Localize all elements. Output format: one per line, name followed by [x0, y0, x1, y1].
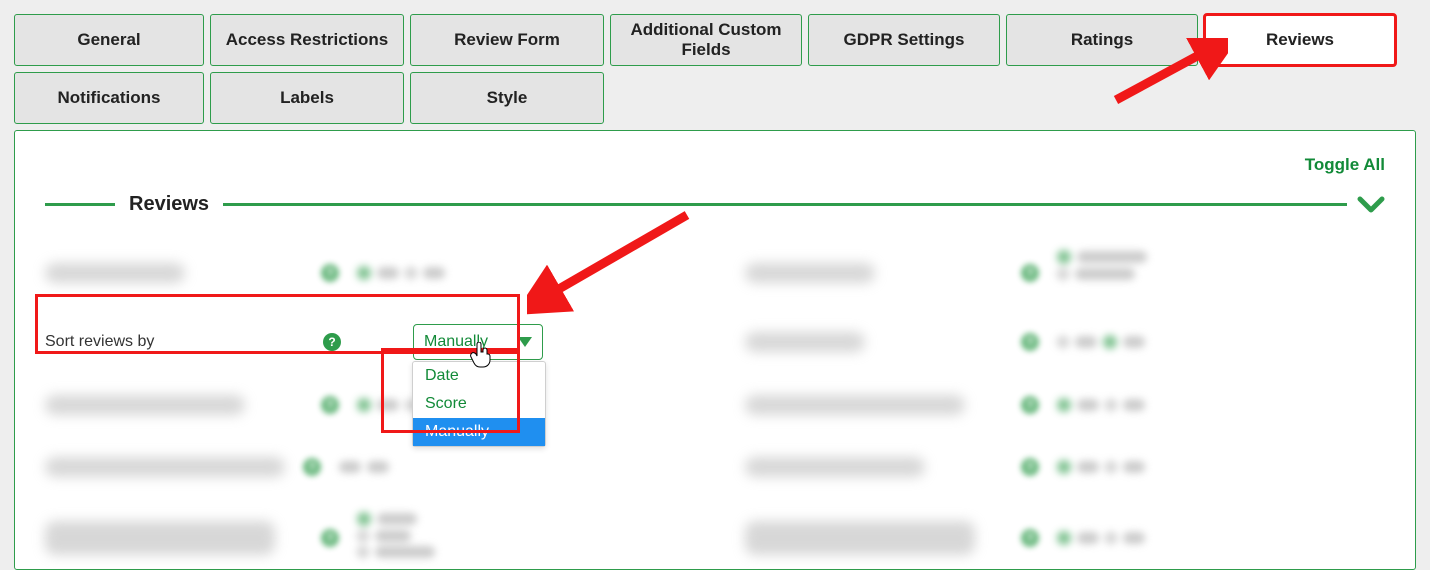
- tab-style[interactable]: Style: [410, 72, 604, 124]
- setting-row-blurred: ?: [745, 324, 1385, 360]
- divider-right: [223, 203, 1347, 206]
- blurred-control: [1057, 394, 1187, 416]
- help-icon: ?: [1021, 396, 1039, 414]
- sort-reviews-by-label: Sort reviews by: [45, 333, 305, 351]
- section-title: Reviews: [115, 193, 223, 216]
- tab-notifications[interactable]: Notifications: [14, 72, 204, 124]
- help-icon: ?: [1021, 529, 1039, 547]
- setting-row-blurred: ?: [745, 388, 1385, 422]
- sort-reviews-by-select[interactable]: Manually DateScoreManually: [413, 324, 543, 360]
- setting-row-blurred: ?: [745, 450, 1385, 484]
- blurred-control: [1057, 331, 1187, 353]
- toggle-all-button[interactable]: Toggle All: [1305, 155, 1385, 175]
- tab-row-1: GeneralAccess RestrictionsReview FormAdd…: [14, 14, 1416, 66]
- setting-row-blurred: ?: [45, 388, 685, 422]
- help-icon[interactable]: ?: [323, 333, 341, 351]
- help-icon: ?: [1021, 458, 1039, 476]
- section-header: Reviews: [45, 193, 1385, 216]
- tab-additional-custom-fields[interactable]: Additional Custom Fields: [610, 14, 802, 66]
- blurred-label: [745, 332, 865, 352]
- select-value: Manually: [424, 333, 488, 351]
- dropdown-caret-icon: [518, 337, 532, 347]
- setting-row-blurred: ?: [45, 250, 685, 296]
- blurred-label: [745, 457, 925, 477]
- toggle-all-label: Toggle All: [1305, 155, 1385, 175]
- tab-reviews[interactable]: Reviews: [1204, 14, 1396, 66]
- dropdown-option-manually[interactable]: Manually: [413, 418, 545, 446]
- tab-gdpr-settings[interactable]: GDPR Settings: [808, 14, 1000, 66]
- settings-grid: ? ? Sort reviews by ? Manually Dat: [45, 250, 1385, 564]
- blurred-control: [1057, 456, 1187, 478]
- blurred-control: [1057, 250, 1187, 296]
- help-icon: ?: [321, 529, 339, 547]
- help-icon: ?: [321, 396, 339, 414]
- blurred-label: [45, 521, 275, 555]
- tabs-container: GeneralAccess RestrictionsReview FormAdd…: [0, 0, 1430, 124]
- divider-left: [45, 203, 115, 206]
- setting-row-blurred: ?: [745, 512, 1385, 564]
- tab-access-restrictions[interactable]: Access Restrictions: [210, 14, 404, 66]
- blurred-label: [45, 263, 185, 283]
- sort-reviews-by-row: Sort reviews by ? Manually DateScoreManu…: [45, 324, 685, 360]
- blurred-label: [745, 395, 965, 415]
- blurred-label: [45, 457, 285, 477]
- setting-row-blurred: ?: [45, 450, 685, 484]
- blurred-label: [745, 521, 975, 555]
- blurred-control: [357, 512, 487, 564]
- blurred-label: [745, 263, 875, 283]
- blurred-control: [339, 456, 469, 478]
- blurred-control: [1057, 527, 1187, 549]
- help-icon: ?: [303, 458, 321, 476]
- blurred-control: [357, 262, 487, 284]
- settings-panel: Toggle All Reviews ? ?: [14, 130, 1416, 570]
- tab-ratings[interactable]: Ratings: [1006, 14, 1198, 66]
- dropdown-list: DateScoreManually: [412, 361, 546, 447]
- help-icon: ?: [1021, 264, 1039, 282]
- tab-row-2: NotificationsLabelsStyle: [14, 72, 1416, 124]
- tab-review-form[interactable]: Review Form: [410, 14, 604, 66]
- setting-row-blurred: ?: [745, 250, 1385, 296]
- chevron-down-icon[interactable]: [1357, 195, 1385, 215]
- help-icon: ?: [1021, 333, 1039, 351]
- help-icon: ?: [321, 264, 339, 282]
- blurred-label: [45, 395, 245, 415]
- dropdown-option-date[interactable]: Date: [413, 362, 545, 390]
- setting-row-blurred: ?: [45, 512, 685, 564]
- dropdown-option-score[interactable]: Score: [413, 390, 545, 418]
- tab-labels[interactable]: Labels: [210, 72, 404, 124]
- tab-general[interactable]: General: [14, 14, 204, 66]
